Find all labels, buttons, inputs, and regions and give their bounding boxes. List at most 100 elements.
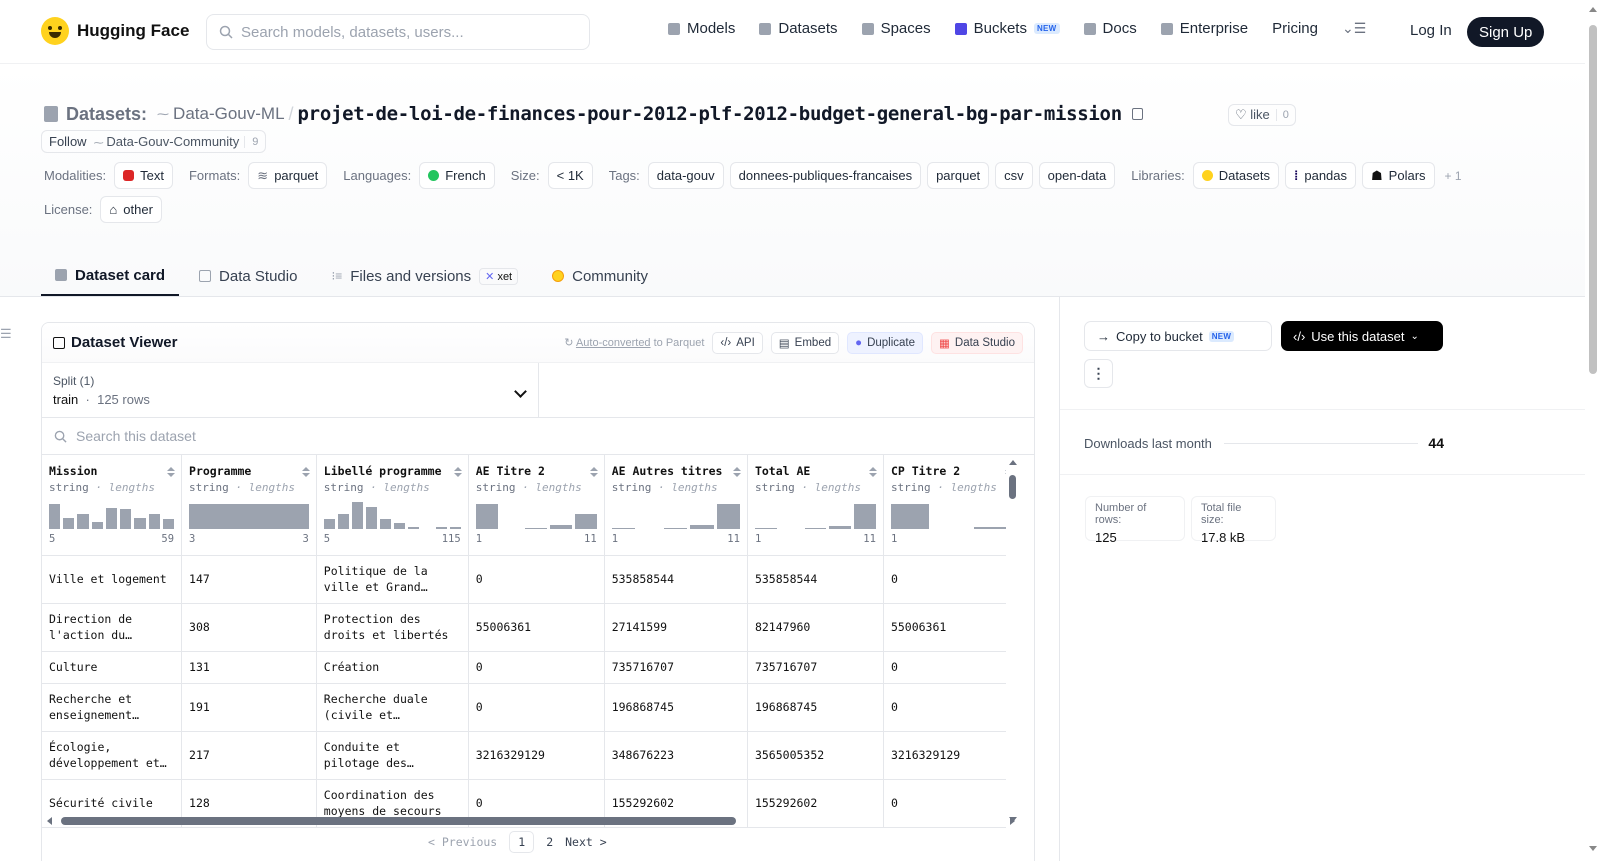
- dataset-search[interactable]: [42, 418, 1034, 455]
- library-chip[interactable]: ⁞ pandas: [1285, 162, 1357, 189]
- signup-button[interactable]: Sign Up: [1467, 17, 1545, 47]
- tag-chip[interactable]: csv: [995, 162, 1033, 189]
- table-row[interactable]: Ville et logement 147 Politique de la vill…: [42, 555, 1020, 604]
- histogram-bar[interactable]: [77, 513, 89, 529]
- tab-community[interactable]: Community: [538, 256, 662, 296]
- table-cell[interactable]: Recherche duale (civile et…: [316, 683, 469, 732]
- more-options-button[interactable]: ⋮: [1084, 359, 1113, 388]
- table-cell[interactable]: 3216329129: [883, 731, 1020, 780]
- table-cell[interactable]: 535858544: [747, 555, 884, 604]
- histogram-bar[interactable]: [393, 523, 405, 529]
- histogram-bar[interactable]: [475, 503, 498, 529]
- sort-icon[interactable]: [453, 467, 462, 477]
- table-horizontal-scrollbar[interactable]: [42, 814, 1020, 828]
- table-row[interactable]: Culture 131 Création 0 735716707 735716707 0: [42, 651, 1020, 684]
- duplicate-button[interactable]: ● Duplicate: [847, 331, 924, 354]
- size-chip[interactable]: < 1K: [547, 162, 593, 189]
- histogram-bar[interactable]: [189, 503, 309, 529]
- table-cell[interactable]: 308: [181, 603, 317, 652]
- histogram-bar[interactable]: [148, 513, 160, 529]
- tag-chip[interactable]: open-data: [1038, 162, 1116, 189]
- sidebar-toggle-icon[interactable]: ☰: [0, 326, 12, 342]
- histogram-bar[interactable]: [449, 527, 461, 529]
- nav-models[interactable]: Models: [668, 20, 735, 37]
- table-cell[interactable]: 0: [468, 683, 605, 732]
- column-histogram[interactable]: [611, 501, 740, 529]
- table-cell[interactable]: 3565005352: [747, 731, 884, 780]
- sort-icon[interactable]: [167, 467, 176, 477]
- column-header[interactable]: AE Autres titres string · lengths 1 11: [604, 455, 748, 556]
- tag-chip[interactable]: donnees-publiques-francaises: [729, 162, 922, 189]
- column-histogram[interactable]: [49, 501, 174, 529]
- histogram-bar[interactable]: [890, 503, 930, 529]
- table-row[interactable]: Écologie, développement et… 217 Conduite e…: [42, 731, 1020, 780]
- format-chip[interactable]: ≋ parquet: [248, 162, 328, 189]
- prev-page-button[interactable]: < Previous: [428, 835, 497, 849]
- library-chip[interactable]: ☗ Polars: [1362, 162, 1435, 189]
- page-1-button[interactable]: 1: [509, 831, 535, 853]
- histogram-bar[interactable]: [525, 527, 548, 529]
- table-row[interactable]: Direction de l'action du… 308 Protection d…: [42, 603, 1020, 652]
- histogram-bar[interactable]: [574, 513, 597, 529]
- histogram-bar[interactable]: [664, 527, 688, 529]
- language-chip[interactable]: French: [419, 162, 495, 189]
- histogram-bar[interactable]: [550, 524, 572, 529]
- table-cell[interactable]: Écologie, développement et…: [42, 731, 183, 780]
- histogram-bar[interactable]: [105, 508, 118, 529]
- brand-logo[interactable]: Hugging Face: [41, 17, 189, 45]
- follow-button[interactable]: Follow ⁓ Data-Gouv-Community 9: [41, 130, 267, 153]
- autoconverted-link[interactable]: Auto-converted: [576, 337, 651, 349]
- search-input[interactable]: [241, 23, 561, 41]
- histogram-bar[interactable]: [162, 519, 174, 529]
- column-histogram[interactable]: [189, 501, 309, 529]
- libraries-more[interactable]: + 1: [1445, 169, 1462, 183]
- histogram-bar[interactable]: [49, 503, 61, 529]
- histogram-bar[interactable]: [379, 519, 391, 529]
- column-histogram[interactable]: [754, 501, 876, 529]
- histogram-bar[interactable]: [754, 527, 777, 529]
- table-cell[interactable]: 0: [468, 651, 605, 684]
- table-cell[interactable]: 0: [883, 651, 1020, 684]
- login-link[interactable]: Log In: [1410, 22, 1452, 39]
- table-cell[interactable]: Ville et logement: [42, 555, 183, 604]
- library-chip[interactable]: Datasets: [1192, 162, 1280, 189]
- column-header[interactable]: Total AE string · lengths 1 11: [747, 455, 884, 556]
- histogram-bar[interactable]: [854, 503, 876, 529]
- sort-icon[interactable]: [732, 467, 741, 477]
- split-dropdown[interactable]: Split (1) train · 125 rows: [42, 363, 539, 417]
- nav-docs[interactable]: Docs: [1083, 20, 1137, 37]
- sort-icon[interactable]: [301, 467, 310, 477]
- repo-name[interactable]: projet-de-loi-de-finances-pour-2012-plf-…: [298, 103, 1123, 125]
- column-header[interactable]: CP Titre 2 string · lengths 1: [883, 455, 1020, 556]
- histogram-bar[interactable]: [690, 524, 714, 529]
- api-button[interactable]: ‹/› API: [712, 331, 763, 354]
- histogram-bar[interactable]: [716, 503, 740, 529]
- table-cell[interactable]: 0: [883, 555, 1020, 604]
- column-histogram[interactable]: [890, 501, 1013, 529]
- histogram-bar[interactable]: [804, 527, 827, 529]
- table-cell[interactable]: Culture: [42, 651, 183, 684]
- histogram-bar[interactable]: [323, 519, 335, 529]
- histogram-bar[interactable]: [120, 509, 132, 529]
- histogram-bar[interactable]: [337, 513, 349, 529]
- column-histogram[interactable]: [475, 501, 597, 529]
- page-scrollbar[interactable]: [1585, 0, 1600, 861]
- column-header[interactable]: Programme string · lengths 3 3: [181, 455, 317, 556]
- data-studio-button[interactable]: ▦ Data Studio: [931, 331, 1023, 354]
- dataset-search-input[interactable]: [76, 428, 676, 444]
- modality-chip[interactable]: Text: [114, 162, 173, 189]
- license-chip[interactable]: ⌂ other: [100, 196, 162, 223]
- page-2-button[interactable]: 2: [546, 835, 553, 849]
- table-cell[interactable]: 55006361: [468, 603, 605, 652]
- histogram-bar[interactable]: [407, 527, 419, 529]
- sort-icon[interactable]: [589, 467, 598, 477]
- histogram-bar[interactable]: [611, 527, 635, 529]
- table-row[interactable]: Recherche et enseignement… 191 Recherche d…: [42, 683, 1020, 732]
- histogram-bar[interactable]: [365, 506, 377, 529]
- table-cell[interactable]: 131: [181, 651, 317, 684]
- histogram-bar[interactable]: [829, 526, 852, 529]
- menu-icon[interactable]: ⌄☰: [1342, 20, 1366, 37]
- histogram-bar[interactable]: [134, 517, 146, 529]
- nav-pricing[interactable]: Pricing: [1272, 20, 1318, 37]
- tag-chip[interactable]: data-gouv: [647, 162, 724, 189]
